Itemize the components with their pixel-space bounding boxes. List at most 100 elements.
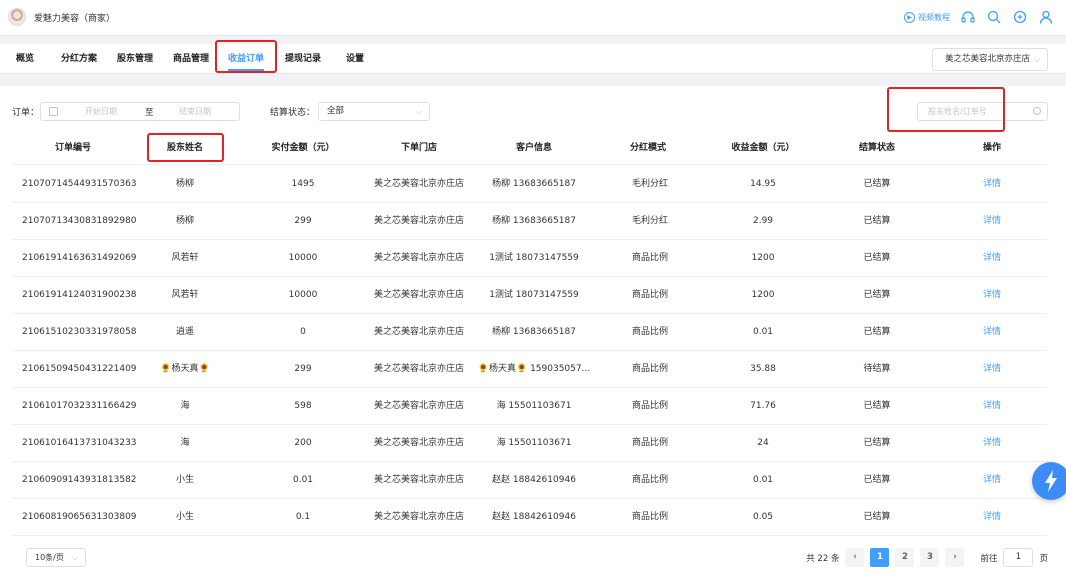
cell-store: 美之芯美容北京亦庄店 [373,216,465,226]
lightning-icon [1045,470,1057,492]
tab-shareholder-management[interactable]: 股东管理 [117,44,153,74]
cell-shareholder-name: 海 [180,438,190,448]
goto-page-input[interactable]: 1 [1003,548,1034,567]
store-select-value: 美之芯美容北京亦庄店 [945,54,1031,64]
cell-store: 美之芯美容北京亦庄店 [373,327,465,337]
prev-page-button[interactable]: ‹ [845,548,865,567]
cell-order-no: 210707145449315703​63 [22,179,137,189]
video-tutorial-link[interactable]: ▶ 视频教程 [904,11,950,23]
cell-customer-info: 海 15501103671 [496,438,572,448]
date-range-separator: 至 [145,108,154,118]
column-dividend-mode: 分红模式 [629,143,667,153]
column-revenue-amount: 收益金额（元） [731,143,795,153]
cell-customer-info: 海 15501103671 [496,401,572,411]
page-button-3[interactable]: 3 [920,548,940,567]
cell-dividend-mode: 商品比例 [632,475,669,485]
cell-dividend-mode: 商品比例 [632,290,669,300]
date-range-picker[interactable]: 开始日期 至 结束日期 [40,102,240,121]
cell-paid-amount: 0.01 [292,475,314,485]
cell-dividend-mode: 商品比例 [632,327,669,337]
cell-dividend-mode: 商品比例 [632,253,669,263]
cell-paid-amount: 0.1 [295,512,311,522]
cell-customer-info: 🌻杨天真🌻 159035057... [477,364,591,374]
cell-settlement-status: 已结算 [863,327,891,337]
table-row: 21061510230331978058 逍遥 0 美之芯美容北京亦庄店 杨柳 1368… [12,314,1048,351]
page-size-select[interactable]: 10条/页 ⌵ [26,548,86,567]
tab-product-management[interactable]: 商品管理 [173,44,209,74]
cell-paid-amount: 598 [294,401,312,411]
details-link[interactable]: 详情 [983,277,1001,314]
order-filter-label: 订单： [12,108,40,118]
table-row: 21061017032331166429 海 598 美之芯美容北京亦庄店 海 1550… [12,388,1048,425]
nav-bar: 概览 分红方案 股东管理 商品管理 收益订单 提现记录 设置 美之芯美容北京亦庄… [0,44,1066,74]
cell-settlement-status: 已结算 [863,401,891,411]
top-right-toolbar: ▶ 视频教程 [904,9,1054,25]
cell-settlement-status: 待结算 [863,364,891,374]
table-row: 21061509450431221409 🌻杨天真🌻 299 美之芯美容北京亦庄店 🌻杨… [12,351,1048,388]
column-settlement-status: 结算状态 [858,143,896,153]
details-link[interactable]: 详情 [983,499,1001,536]
page-button-1[interactable]: 1 [870,548,890,567]
cell-shareholder-name: 风若轩 [171,253,199,263]
cell-customer-info: 杨柳 13683665187 [492,327,576,337]
column-store: 下单门店 [400,143,438,153]
column-order-no: 订单编号 [54,143,92,153]
settlement-status-select[interactable]: 全部 ⌵ [318,102,430,121]
details-link[interactable]: 详情 [983,203,1001,240]
details-link[interactable]: 详情 [983,388,1001,425]
table-row: 21070713430831892980 杨柳 299 美之芯美容北京亦庄店 杨柳 13… [12,203,1048,240]
details-link[interactable]: 详情 [983,351,1001,388]
tab-overview[interactable]: 概览 [16,44,34,74]
cell-order-no: 21060819065631303809 [22,512,137,522]
cell-settlement-status: 已结算 [863,512,891,522]
cell-settlement-status: 已结算 [863,475,891,485]
details-link[interactable]: 详情 [983,240,1001,277]
cell-customer-info: 赵赵 18842610946 [492,512,576,522]
table-row: 21061914163631492069 风若轩 10000 美之芯美容北京亦庄店 1测… [12,240,1048,277]
store-select[interactable]: 美之芯美容北京亦庄店 ⌵ [932,48,1048,71]
cell-shareholder-name: 杨柳 [175,216,195,226]
cell-paid-amount: 299 [294,216,312,226]
table-row: 21061016413731043233 海 200 美之芯美容北京亦庄店 海 1550… [12,425,1048,462]
tab-settings[interactable]: 设置 [346,44,364,74]
table-row: 21061914124031900238 风若轩 10000 美之芯美容北京亦庄店 1测… [12,277,1048,314]
user-icon[interactable] [1038,9,1054,25]
chevron-down-icon: ⌵ [71,553,78,562]
column-paid-amount: 实付金额（元） [271,143,335,153]
details-link[interactable]: 详情 [983,425,1001,462]
headset-icon[interactable] [960,9,976,25]
end-date-input[interactable]: 结束日期 [179,106,211,117]
tab-withdrawal-records[interactable]: 提现记录 [285,44,321,74]
highlight-box-search [887,87,1005,132]
cell-paid-amount: 10000 [288,253,318,263]
page-button-2[interactable]: 2 [895,548,915,567]
cell-paid-amount: 0 [300,327,306,337]
cell-shareholder-name: 🌻杨天真🌻 [160,364,210,374]
details-link[interactable]: 详情 [983,462,1001,499]
video-tutorial-label: 视频教程 [918,12,950,22]
avatar[interactable] [8,8,26,26]
total-count: 共 22 条 [806,553,840,564]
quick-action-button[interactable] [1032,462,1066,500]
cell-settlement-status: 已结算 [863,438,891,448]
chevron-down-icon: ⌵ [1033,55,1040,64]
settlement-status-value: 全部 [327,106,345,116]
next-page-button[interactable]: › [945,548,965,567]
top-bar: 爱魅力美容（商家） ▶ 视频教程 [0,0,1066,36]
start-date-input[interactable]: 开始日期 [85,106,117,117]
search-icon[interactable] [986,9,1002,25]
cell-customer-info: 1测试 18073147559 [489,253,579,263]
details-link[interactable]: 详情 [983,314,1001,351]
cell-order-no: 21061914163631492069 [22,253,137,263]
tab-dividend-plan[interactable]: 分红方案 [61,44,97,74]
chevron-down-icon: ⌵ [415,107,422,116]
plus-circle-icon[interactable] [1012,9,1028,25]
cell-customer-info: 杨柳 13683665187 [492,179,576,189]
cell-customer-info: 赵赵 18842610946 [492,475,576,485]
details-link[interactable]: 详情 [983,166,1001,203]
cell-order-no: 21061509450431221409 [22,364,137,374]
cell-store: 美之芯美容北京亦庄店 [373,475,465,485]
cell-revenue-amount: 0.05 [752,512,774,522]
cell-revenue-amount: 0.01 [752,475,774,485]
highlight-box-column [147,133,224,162]
